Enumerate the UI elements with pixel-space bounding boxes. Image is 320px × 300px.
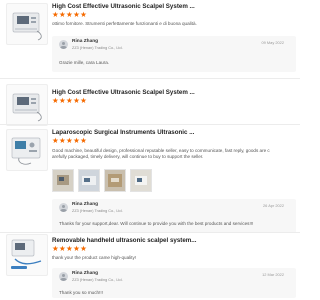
product-title[interactable]: High Cost Effective Ultrasonic Scalpel S… <box>52 89 195 96</box>
seller-company: ZZ3 (Henan) Trading Co., Ltd. <box>72 208 123 213</box>
rating-stars: ★★★★★ <box>52 96 88 105</box>
reply-text: Thanks for your support,dear. Will conti… <box>59 221 254 226</box>
seller-company: ZZ3 (Henan) Trading Co., Ltd. <box>72 277 123 282</box>
reply-date: 09 May 2022 <box>261 40 285 45</box>
divider <box>0 124 300 125</box>
product-thumbnail[interactable] <box>6 234 48 276</box>
review-comment: ottimo fornitore. Strumenti perfettament… <box>52 21 197 26</box>
product-title[interactable]: Laparoscopic Surgical Instruments Ultras… <box>52 129 194 136</box>
product-title[interactable]: High Cost Effective Ultrasonic Scalpel S… <box>52 3 195 10</box>
seller-reply: Rina Zhang ZZ3 (Henan) Trading Co., Ltd.… <box>52 199 296 233</box>
review-photo[interactable] <box>78 169 100 192</box>
reply-text: Thank you so much!!! <box>59 290 103 295</box>
reply-date: 26 Apr 2022 <box>263 203 284 208</box>
review-photo[interactable] <box>52 169 74 192</box>
review-photo[interactable] <box>104 169 126 192</box>
reply-date: 12 Mar 2022 <box>262 272 284 277</box>
product-thumbnail[interactable] <box>6 84 48 126</box>
divider <box>0 232 300 233</box>
seller-name: Rina Zhang <box>72 202 99 207</box>
seller-company: ZZ3 (Henan) Trading Co., Ltd. <box>72 45 123 50</box>
seller-name: Rina Zhang <box>72 39 99 44</box>
seller-reply: Rina Zhang ZZ3 (Henan) Trading Co., Ltd.… <box>52 268 296 298</box>
review-comment-line: arefully packaged, timely delivery, will… <box>52 154 204 159</box>
product-thumbnail[interactable] <box>6 129 48 171</box>
divider <box>0 78 300 79</box>
rating-stars: ★★★★★ <box>52 244 88 253</box>
seller-reply: Rina Zhang ZZ3 (Henan) Trading Co., Ltd.… <box>52 36 296 72</box>
rating-stars: ★★★★★ <box>52 10 88 19</box>
review-comment: thank you! the product came high-quality… <box>52 255 137 260</box>
seller-name: Rina Zhang <box>72 271 99 276</box>
avatar <box>59 203 68 212</box>
reply-text: Grazie mille, cara Laura. <box>59 60 110 65</box>
product-title[interactable]: Removable handheld ultrasonic scalpel sy… <box>52 237 196 244</box>
review-photo[interactable] <box>130 169 152 192</box>
rating-stars: ★★★★★ <box>52 136 88 145</box>
avatar <box>59 40 68 49</box>
product-thumbnail[interactable] <box>6 3 48 45</box>
avatar <box>59 272 68 281</box>
